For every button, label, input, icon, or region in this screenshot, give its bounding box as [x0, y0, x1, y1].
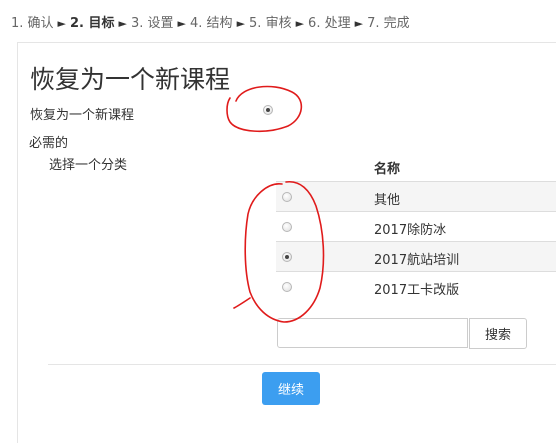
breadcrumb-step-complete: 7. 完成	[367, 16, 410, 31]
table-row[interactable]: 2017除防冰	[276, 211, 556, 242]
breadcrumb-step-destination: 2. 目标	[70, 16, 115, 31]
breadcrumb: 1. 确认 ► 2. 目标 ► 3. 设置 ► 4. 结构 ► 5. 审核 ► 6. 处理 ► 7. 完…	[11, 12, 410, 31]
category-radio-other[interactable]	[282, 192, 292, 202]
category-name: 2017航站培训	[374, 253, 460, 268]
search-button[interactable]: 搜索	[469, 318, 527, 349]
breadcrumb-separator-icon: ►	[236, 17, 246, 30]
required-label: 必需的	[29, 136, 69, 151]
breadcrumb-separator-icon: ►	[177, 17, 187, 30]
category-radio-terminal-training[interactable]	[282, 252, 292, 262]
form-divider	[48, 364, 556, 365]
breadcrumb-step-process: 6. 处理	[308, 16, 351, 31]
restore-option-label: 恢复为一个新课程	[30, 108, 135, 123]
category-search-input[interactable]	[277, 318, 468, 348]
table-row[interactable]: 2017航站培训	[276, 241, 556, 272]
category-radio-deicing[interactable]	[282, 222, 292, 232]
breadcrumb-separator-icon: ►	[57, 17, 67, 30]
table-row[interactable]: 其他	[276, 181, 556, 212]
breadcrumb-separator-icon: ►	[354, 17, 364, 30]
category-name: 其他	[374, 193, 401, 208]
continue-button[interactable]: 继续	[262, 372, 320, 405]
breadcrumb-separator-icon: ►	[118, 17, 127, 30]
breadcrumb-step-settings: 3. 设置	[131, 16, 174, 31]
category-name: 2017工卡改版	[374, 283, 460, 298]
breadcrumb-step-schema: 4. 结构	[190, 16, 233, 31]
restore-new-course-radio[interactable]	[263, 105, 273, 115]
breadcrumb-step-review: 5. 审核	[249, 16, 292, 31]
category-name: 2017除防冰	[374, 223, 447, 238]
select-category-label: 选择一个分类	[49, 158, 128, 173]
table-header-name: 名称	[374, 162, 401, 177]
breadcrumb-step-confirm: 1. 确认	[11, 16, 54, 31]
category-radio-work-card-revision[interactable]	[282, 282, 292, 292]
table-row[interactable]: 2017工卡改版	[276, 271, 556, 302]
page-title: 恢复为一个新课程	[30, 65, 231, 94]
breadcrumb-separator-icon: ►	[295, 17, 305, 30]
